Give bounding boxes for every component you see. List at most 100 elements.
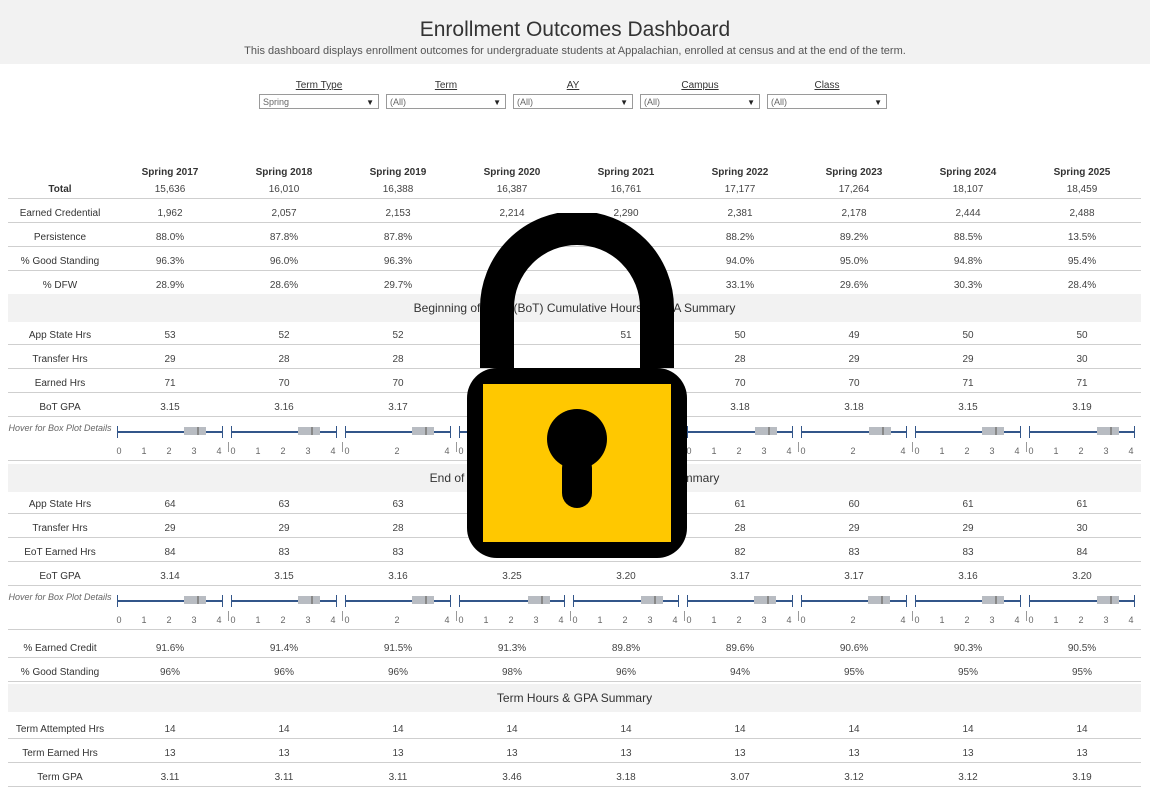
filter-label: Term [434,80,458,91]
table-cell: 28.4% [1067,280,1097,291]
column-header: Spring 2020 [483,167,541,178]
page-subtitle: This dashboard displays enrollment outco… [244,45,906,57]
chevron-down-icon[interactable]: ▼ [874,95,882,110]
boxplot[interactable]: 0 1 2 3 4 [1026,589,1138,629]
axis-tick-label: 0 [116,615,122,625]
boxplot[interactable]: 0 1 2 3 4 [228,420,340,460]
boxplot-whisker [915,431,1021,433]
filter-dropdown[interactable]: (All) ▼ [386,94,506,109]
axis-tick-label: 1 [483,615,489,625]
table-cell: 98% [501,667,522,678]
boxplot-cap [678,595,679,607]
boxplot[interactable]: 0 2 4 [342,589,454,629]
boxplot[interactable]: 0 1 2 3 4 [114,589,226,629]
boxplot[interactable]: 0 1 2 3 4 [684,589,796,629]
table-cell: 14 [620,724,632,735]
axis-tick-label: 3 [761,615,767,625]
boxplot-cap [231,426,232,438]
boxplot[interactable]: 0 1 2 3 4 [912,589,1024,629]
row-label: Total [48,184,72,195]
boxplot[interactable]: 0 1 2 3 4 [228,589,340,629]
table-cell: 63 [278,499,290,510]
row-label: EoT Earned Hrs [24,547,96,558]
boxplot-median [425,596,427,604]
filter-dropdown[interactable]: (All) ▼ [513,94,633,109]
boxplot-median [995,596,997,604]
boxplot-whisker [801,431,907,433]
table-cell: 18,107 [952,184,984,195]
table-cell: 96.3% [383,256,413,267]
filter-dropdown[interactable]: (All) ▼ [640,94,760,109]
table-cell: 3.16 [274,402,294,413]
boxplot-cap [792,426,793,438]
boxplot-cap [1020,426,1021,438]
table-cell: 89.6% [725,643,755,654]
table-cell: 82 [734,547,746,558]
boxplot-box [641,596,663,604]
table-cell: 61 [734,499,746,510]
boxplot[interactable]: 0 2 4 [798,589,910,629]
table-row: % Good Standing 96% 96% 96% 98% 96% 94% 95% 95% 9… [8,659,1141,682]
filter-label: Term Type [295,80,343,91]
boxplot-separator [228,442,229,452]
axis-tick-label: 1 [255,615,261,625]
row-label: Earned Hrs [34,378,86,389]
table-cell: 3.14 [160,571,180,582]
boxplot-whisker [345,600,451,602]
axis-tick-label: 4 [216,446,222,456]
table-cell: 83 [392,547,404,558]
filter-dropdown[interactable]: (All) ▼ [767,94,887,109]
table-cell: 70 [392,378,404,389]
boxplot[interactable]: 0 1 2 3 4 [1026,420,1138,460]
filter-value: (All) [771,97,787,107]
boxplot-box [1097,596,1119,604]
boxplot[interactable]: 0 1 2 3 4 [114,420,226,460]
boxplot-whisker [801,600,907,602]
table-cell: 89.2% [839,232,869,243]
filter-dropdown[interactable]: Spring ▼ [259,94,379,109]
boxplot[interactable]: 0 2 4 [342,420,454,460]
axis-tick-label: 2 [166,615,172,625]
table-cell: 1,962 [157,208,183,219]
boxplot-box [868,427,891,435]
filter-value: (All) [390,97,406,107]
axis-tick-label: 4 [1128,446,1134,456]
axis-tick-label: 0 [1028,615,1034,625]
boxplot-box [982,596,1004,604]
axis-tick-label: 3 [191,615,197,625]
axis-tick-label: 1 [1053,615,1059,625]
table-cell: 28.6% [269,280,299,291]
table-cell: 83 [278,547,290,558]
axis-tick-label: 4 [786,446,792,456]
row-label: Persistence [33,232,87,243]
table-cell: 30 [1076,523,1088,534]
boxplot[interactable]: 0 1 2 3 4 [570,589,682,629]
filter-class: Class (All) ▼ [767,80,887,109]
table-cell: 94.8% [953,256,983,267]
boxplot-cap [222,595,223,607]
axis-tick-label: 0 [800,446,806,456]
filter-term: Term (All) ▼ [386,80,506,109]
boxplot-whisker [687,431,793,433]
boxplot[interactable]: 0 1 2 3 4 [456,589,568,629]
boxplot-median [881,596,884,604]
chevron-down-icon[interactable]: ▼ [747,95,755,110]
boxplot-cap [1029,426,1030,438]
table-cell: 2,381 [727,208,753,219]
axis-tick-label: 4 [1128,615,1134,625]
row-label: App State Hrs [28,330,92,341]
boxplot[interactable]: 0 1 2 3 4 [912,420,1024,460]
table-cell: 13 [848,748,860,759]
chevron-down-icon[interactable]: ▼ [620,95,628,110]
table-cell: 87.8% [383,232,413,243]
axis-tick-label: 1 [597,615,603,625]
chevron-down-icon[interactable]: ▼ [493,95,501,110]
table-cell: 95.4% [1067,256,1097,267]
boxplot[interactable]: 0 2 4 [798,420,910,460]
column-header: Spring 2025 [1053,167,1111,178]
boxplot-median [654,596,656,604]
chevron-down-icon[interactable]: ▼ [366,95,374,110]
table-cell: 13 [962,748,974,759]
boxplot-cap [573,595,574,607]
table-cell: 3.17 [730,571,750,582]
